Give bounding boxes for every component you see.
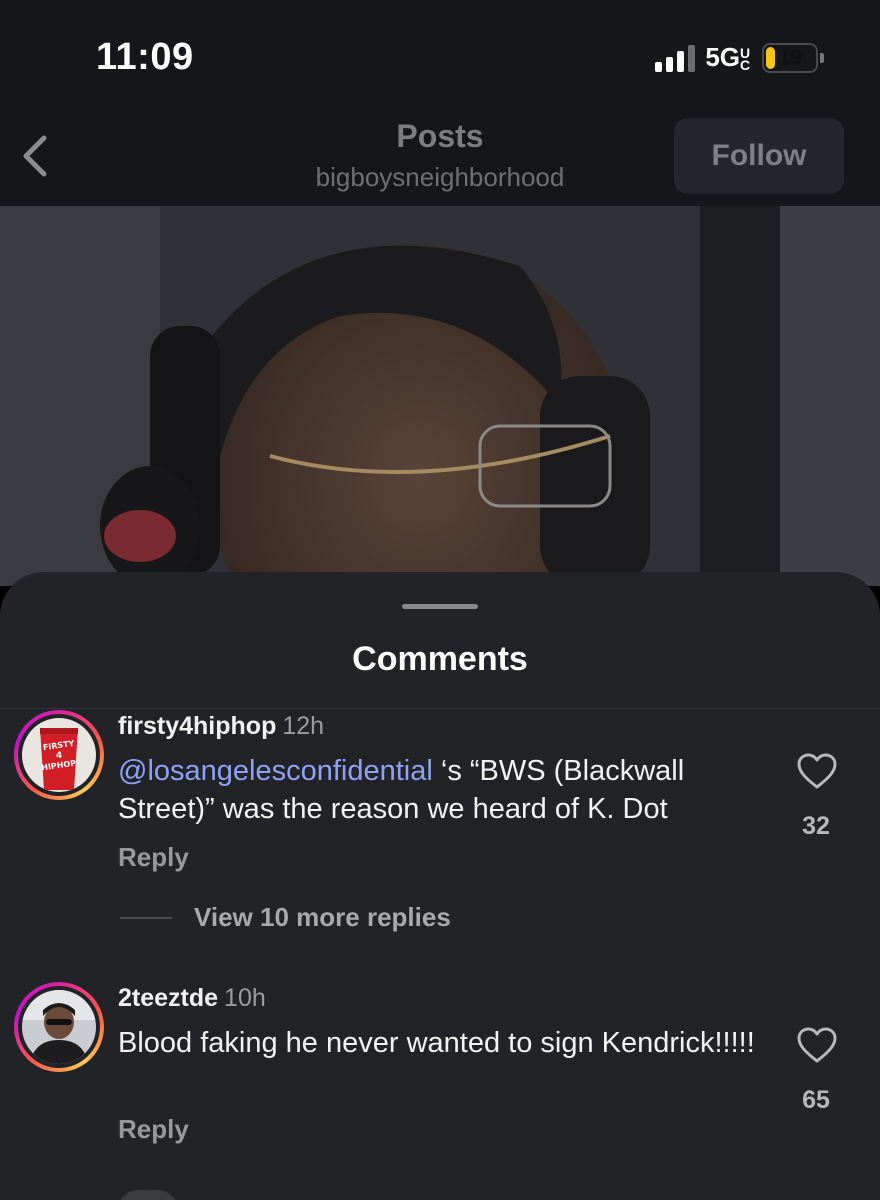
battery-nub [820,52,824,63]
comments-title: Comments [352,640,528,678]
view-more-line [120,916,172,919]
battery-percent: 19 [777,44,803,70]
avatar[interactable] [14,982,104,1072]
avatar-image [22,990,96,1064]
video-frame [0,206,880,586]
comment-text: @losangelesconfidential ‘s “BWS (Blackwa… [118,752,778,828]
avatar[interactable]: FIRSTY 4 HIPHOP [14,710,104,800]
comment-username[interactable]: 2teeztde [118,984,218,1012]
reply-button[interactable]: Reply [118,842,189,873]
status-time: 11:09 [96,36,194,78]
comments-sheet: Comments FIRSTY 4 HIPHOP firsty4hiphop 12 [0,572,880,1200]
svg-text:4: 4 [56,751,62,761]
comment-username[interactable]: firsty4hiphop [118,712,276,740]
comment-meta: 2teeztde 10h [118,984,266,1013]
post-video[interactable] [0,206,880,586]
comment-text: Blood faking he never wanted to sign Ken… [118,1027,755,1059]
cellular-signal-icon [655,44,696,72]
comment-meta: firsty4hiphop 12h [118,712,324,741]
sheet-drag-handle[interactable] [402,604,478,609]
comment-time: 12h [282,712,325,740]
like-count: 32 [802,812,830,840]
sheet-divider [0,708,880,709]
like-heart-icon[interactable] [796,752,838,790]
view-more-replies[interactable]: View 10 more replies [120,902,451,933]
like-count: 65 [802,1086,830,1114]
view-more-label: View 10 more replies [194,902,451,932]
comment-time: 10h [224,984,266,1012]
network-type: 5GUC [705,42,751,74]
follow-button[interactable]: Follow [674,118,844,194]
reply-button[interactable]: Reply [118,1114,189,1145]
battery-icon: 19 [762,42,818,73]
top-bar: 11:09 5GUC 19 Posts bigboysneighborhood … [0,0,880,206]
like-heart-icon[interactable] [796,1026,838,1064]
comment-mention[interactable]: @losangelesconfidential [118,755,433,787]
next-comment-avatar [118,1190,178,1200]
status-icons: 5GUC 19 [655,42,824,73]
avatar-image: FIRSTY 4 HIPHOP [22,718,96,792]
